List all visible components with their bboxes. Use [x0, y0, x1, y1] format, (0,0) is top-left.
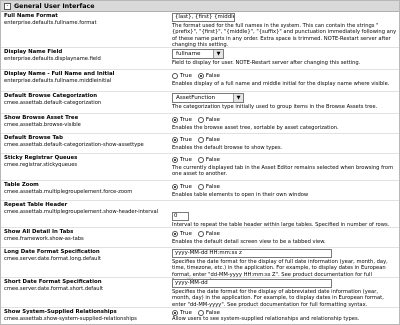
short-date-format-input[interactable]: yyyy-MM-dd — [172, 279, 332, 288]
setting-name: Display Name Field — [4, 49, 63, 55]
setting-key: cmee.registrar.stickyqueues — [4, 161, 78, 168]
false-radio[interactable] — [197, 116, 204, 123]
setting-key: cmee.assettab.default-categorization — [4, 99, 102, 106]
setting-row-full-name-format: Full Name Format enterprise.defaults.ful… — [1, 12, 399, 48]
true-radio[interactable] — [172, 116, 178, 123]
setting-row-repeat-table-header: Repeat Table Header cmee.assettab.multip… — [1, 201, 399, 228]
true-radio[interactable] — [172, 230, 178, 237]
section-header[interactable]: - General User Interface — [1, 1, 399, 12]
chevron-down-icon[interactable]: ▼ — [233, 94, 243, 102]
repeat-header-interval-input[interactable]: 0 — [172, 212, 189, 221]
setting-description: Specifies the date format for the displa… — [172, 289, 384, 308]
setting-key: cmee.assettab.show-system-supplied-relat… — [4, 315, 137, 322]
true-label: True — [180, 230, 192, 237]
section-title: General User Interface — [14, 2, 95, 10]
setting-row-display-name-full-initial: Display Name - Full Name and Initial ent… — [1, 70, 399, 92]
false-radio[interactable] — [197, 156, 204, 163]
false-label: False — [205, 116, 220, 123]
setting-key: cmee.assettab.default-categorization-sho… — [4, 141, 144, 148]
true-radio[interactable] — [172, 309, 178, 316]
true-label: True — [180, 72, 192, 79]
setting-key: cmee.assettab.multiplegroupelement.show-… — [4, 208, 159, 215]
true-label: True — [180, 183, 192, 190]
setting-key: enterprise.defaults.fullname.format — [4, 19, 97, 26]
setting-key: cmee.framework.show-as-tabs — [4, 235, 84, 242]
radio-group: True False — [172, 115, 397, 124]
setting-key: enterprise.defaults.displayname.field — [4, 55, 101, 62]
setting-description: The currently displayed tab in the Asset… — [172, 165, 394, 178]
setting-name: Full Name Format — [4, 13, 58, 19]
radio-group: True False — [172, 229, 397, 238]
display-name-field-select[interactable]: fullname ▼ — [172, 49, 224, 59]
true-label: True — [180, 156, 192, 163]
chevron-down-icon[interactable]: ▼ — [213, 50, 223, 58]
radio-group: True False — [172, 182, 397, 191]
true-radio[interactable] — [172, 72, 178, 79]
setting-name: Show All Detail In Tabs — [4, 229, 74, 235]
settings-panel: - General User Interface Full Name Forma… — [0, 0, 400, 325]
select-value: fullname — [176, 51, 201, 57]
setting-row-long-date-format: Long Date Format Specification cmee.serv… — [1, 248, 399, 284]
setting-description: Enables the browse asset tree, sortable … — [172, 125, 339, 131]
false-radio[interactable] — [197, 309, 204, 316]
false-radio[interactable] — [197, 72, 204, 79]
collapse-toggle-icon[interactable]: - — [4, 2, 11, 10]
false-label: False — [205, 156, 220, 163]
setting-description: Field to display for user. NOTE-Restart … — [172, 60, 361, 66]
setting-name: Display Name - Full Name and Initial — [4, 71, 115, 77]
false-label: False — [205, 183, 220, 190]
false-radio[interactable] — [197, 136, 204, 143]
setting-row-show-all-detail-in-tabs: Show All Detail In Tabs cmee.framework.s… — [1, 228, 399, 248]
false-label: False — [205, 230, 220, 237]
false-label: False — [205, 309, 220, 316]
setting-description: Allow users to see system-supplied relat… — [172, 316, 360, 322]
setting-name: Default Browse Tab — [4, 135, 63, 141]
setting-key: cmee.assettab.browse-visible — [4, 121, 81, 128]
radio-group: True False — [172, 309, 397, 316]
setting-key: cmee.server.date.format.long.default — [4, 255, 101, 262]
setting-name: Short Date Format Specification — [4, 279, 102, 285]
false-radio[interactable] — [197, 230, 204, 237]
setting-row-display-name-field: Display Name Field enterprise.defaults.d… — [1, 48, 399, 70]
setting-name: Show Browse Asset Tree — [4, 115, 79, 121]
true-radio[interactable] — [172, 156, 178, 163]
radio-group: True False — [172, 71, 397, 80]
setting-key: cmee.assettab.multiplegroupelement.force… — [4, 188, 133, 195]
true-label: True — [180, 136, 192, 143]
setting-description: The categorization type initially used t… — [172, 104, 378, 110]
full-name-format-input[interactable]: {last}, {first} {middle} — [172, 13, 235, 22]
radio-group: True False — [172, 135, 397, 144]
setting-name: Default Browse Categorization — [4, 93, 98, 99]
true-radio[interactable] — [172, 183, 178, 190]
setting-description: The format used for the full names in th… — [172, 23, 397, 48]
false-label: False — [205, 136, 220, 143]
setting-row-short-date-format: Short Date Format Specification cmee.ser… — [1, 278, 399, 308]
false-label: False — [205, 72, 220, 79]
setting-key: cmee.server.date.format.short.default — [4, 285, 104, 292]
setting-name: Sticky Registrar Queues — [4, 155, 78, 161]
true-label: True — [180, 116, 192, 123]
setting-key: enterprise.defaults.fullname.middleiniti… — [4, 77, 112, 84]
select-value: AssetFunction — [176, 95, 216, 101]
setting-row-sticky-registrar-queues: Sticky Registrar Queues cmee.registrar.s… — [1, 154, 399, 181]
long-date-format-input[interactable]: yyyy-MM-dd HH:mm:ss z — [172, 249, 332, 258]
setting-row-show-browse-asset-tree: Show Browse Asset Tree cmee.assettab.bro… — [1, 114, 399, 134]
setting-description: Enables table elements to open in their … — [172, 192, 309, 198]
setting-description: Enables display of a full name and middl… — [172, 81, 390, 87]
false-radio[interactable] — [197, 183, 204, 190]
setting-name: Table Zoom — [4, 182, 39, 188]
default-browse-categorization-select[interactable]: AssetFunction ▼ — [172, 93, 244, 103]
setting-row-show-system-supplied-relationships: Show System-Supplied Relationships cmee.… — [1, 308, 399, 324]
setting-name: Repeat Table Header — [4, 202, 68, 208]
setting-row-default-browse-categorization: Default Browse Categorization cmee.asset… — [1, 92, 399, 114]
setting-row-table-zoom: Table Zoom cmee.assettab.multiplegroupel… — [1, 181, 399, 201]
radio-group: True False — [172, 155, 397, 164]
true-label: True — [180, 309, 192, 316]
setting-row-default-browse-tab: Default Browse Tab cmee.assettab.default… — [1, 134, 399, 154]
setting-name: Long Date Format Specification — [4, 249, 100, 255]
setting-name: Show System-Supplied Relationships — [4, 309, 117, 315]
setting-description: Enables the default detail screen view t… — [172, 239, 326, 245]
setting-description: Enables the default browse to show types… — [172, 145, 283, 151]
true-radio[interactable] — [172, 136, 178, 143]
